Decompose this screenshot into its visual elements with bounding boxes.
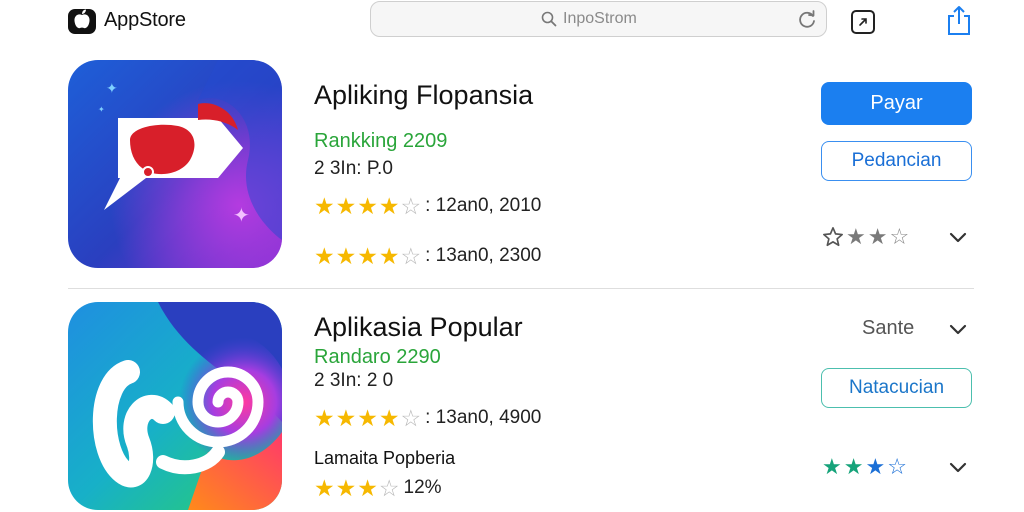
mini-rating[interactable]: ★ ★ ☆ [822,226,909,248]
top-bar: AppStore InpoStrom [0,0,1024,44]
star-full-icon: ★ [357,475,378,501]
star-full-icon: ★ [378,243,400,269]
chevron-down-icon[interactable] [947,318,969,340]
star-empty-icon: ☆ [400,193,422,219]
app-title[interactable]: Aplikasia Popular [314,312,523,343]
star-full-icon: ★ [335,405,357,431]
star-rating: ★ ★ ★ ★ ☆ [314,406,421,430]
reload-icon[interactable] [796,9,818,31]
star-full-icon: ★ [314,405,335,431]
star-full-icon: ★ [865,454,886,479]
app-icon[interactable]: ✦ ✦ ✦ [68,60,282,268]
app-row[interactable]: ✦ ✦ ✦ Apliking Flopansia Rankking 2209 2… [0,58,1024,284]
rating-line: ★ ★ ★ ★ ☆ : 12an0, 2010 [314,194,541,218]
divider [68,288,974,289]
search-icon [541,11,557,27]
brand[interactable]: AppStore [68,6,186,34]
star-rating: ★ ★ ★ ★ ☆ [314,244,421,268]
app-meta: 2 3In: 2 0 [314,370,394,391]
apple-logo-icon [68,9,96,34]
app-title[interactable]: Apliking Flopansia [314,80,533,111]
rating-line: ★ ★ ★ ☆ 12% [314,476,442,500]
ranking-text: Rankking 2209 [314,130,448,152]
app-icon[interactable] [68,302,282,510]
star-full-icon: ★ [867,224,888,249]
secondary-button[interactable]: Natacucian [821,368,972,408]
share-icon[interactable] [946,4,972,36]
search-bar[interactable]: InpoStrom [370,1,827,37]
rating-line: ★ ★ ★ ★ ☆ : 13an0, 2300 [314,244,541,268]
star-empty-icon: ☆ [887,454,907,479]
star-full-icon: ★ [357,243,378,269]
rating-text: 12% [403,477,442,498]
chevron-down-icon[interactable] [947,456,969,478]
app-meta: 2 3In: P.0 [314,158,393,179]
star-full-icon: ★ [357,405,378,431]
star-empty-icon: ☆ [400,405,422,431]
star-full-icon: ★ [822,454,842,479]
sort-label[interactable]: Sante [862,317,914,340]
star-empty-icon: ☆ [400,243,422,269]
star-full-icon: ★ [335,475,357,501]
star-rating: ★ ★ ★ ☆ [314,476,400,500]
star-full-icon: ★ [335,193,357,219]
rating-text: : 13an0, 2300 [425,245,542,266]
brand-label: AppStore [104,8,186,31]
rating-line: ★ ★ ★ ★ ☆ : 13an0, 4900 [314,406,541,430]
rating-text: : 12an0, 2010 [425,195,542,216]
star-full-icon: ★ [846,224,866,249]
star-full-icon: ★ [378,405,400,431]
ranking-text: Randaro 2290 [314,346,441,368]
star-full-icon: ★ [314,475,335,501]
app-row[interactable]: Aplikasia Popular Randaro 2290 2 3In: 2 … [0,300,1024,512]
svg-text:✦: ✦ [106,81,118,97]
rating-text: : 13an0, 4900 [425,407,542,428]
search-text: InpoStrom [563,10,637,27]
svg-text:✦: ✦ [98,105,105,114]
chevron-down-icon[interactable] [947,226,969,248]
sub-label: Lamaita Popberia [314,448,456,468]
star-full-icon: ★ [335,243,357,269]
swirl-logo-icon [68,302,282,510]
star-full-icon: ★ [357,193,378,219]
tabs-icon[interactable] [850,9,876,35]
secondary-button[interactable]: Pedancian [821,141,972,181]
star-full-icon: ★ [843,454,864,479]
star-empty-icon: ☆ [378,475,400,501]
star-empty-icon: ☆ [889,224,910,249]
star-rating: ★ ★ ★ ★ ☆ [314,194,421,218]
chat-bubble-icon: ✦ ✦ ✦ [68,60,282,268]
star-full-icon: ★ [314,193,335,219]
star-full-icon: ★ [378,193,400,219]
get-button[interactable]: Payar [821,82,972,125]
star-full-icon: ★ [314,243,335,269]
mini-rating[interactable]: ★ ★ ★ ☆ [822,456,907,478]
star-outline-icon [823,227,843,247]
svg-text:✦: ✦ [233,203,250,227]
